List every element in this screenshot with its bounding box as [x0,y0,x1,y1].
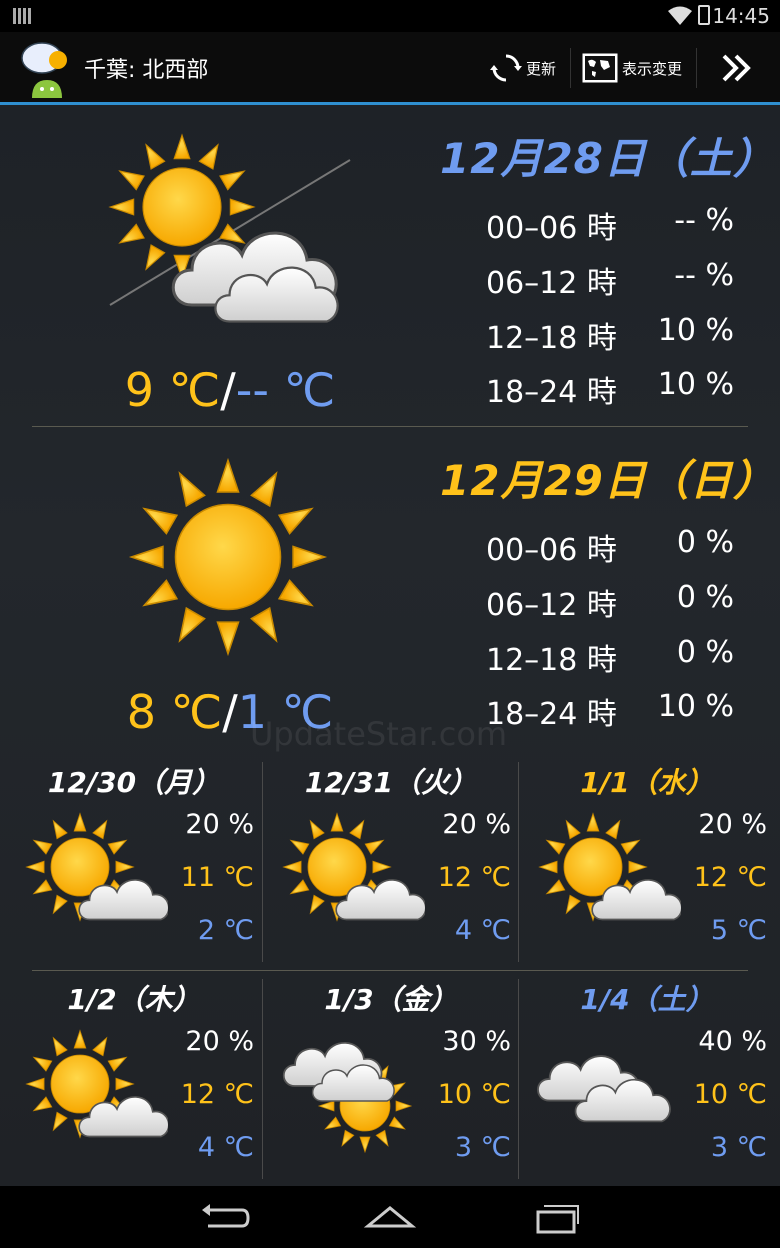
cell-date: 1/3（金） [324,983,458,1016]
wifi-icon [668,6,692,25]
forecast-content: 9 ℃/-- ℃ 12月28日（土） 00–06 時 -- % 06–12 時 --… [0,105,780,1186]
cell-high: 11 ℃ [180,862,254,893]
cell-low: 3 ℃ [454,1132,511,1163]
forecast-cell[interactable]: 1/3（金） 30 % 10 ℃ 3 ℃ [263,974,519,1184]
cell-rain: 20 % [442,809,511,840]
rain-pct: 0 % [676,580,734,615]
temp-separator: / [220,363,236,417]
refresh-icon [490,54,522,82]
app-logo-icon [21,42,67,98]
day-date: 12月28日（土） [440,134,776,183]
cell-low: 4 ℃ [454,915,511,946]
cell-high: 12 ℃ [693,862,767,893]
temp-separator: / [222,685,238,739]
location-title[interactable]: 千葉: 北西部 [84,52,208,84]
temp-low: -- ℃ [235,363,336,417]
cell-date: 12/31（火） [304,766,478,799]
rain-pct: 10 % [657,689,734,724]
action-divider [696,48,697,88]
cell-rain: 30 % [442,1026,511,1057]
cell-high: 12 ℃ [437,862,511,893]
navigation-bar [0,1186,780,1248]
rain-range: 06–12 時 [486,588,617,623]
sun-behind-clouds-icon [109,134,351,323]
sun-with-cloud-icon [26,1030,168,1138]
forecast-cell[interactable]: 1/1（水） 20 % 12 ℃ 5 ℃ [519,757,775,967]
notification-icon [13,8,31,24]
recent-apps-icon[interactable] [528,1198,588,1238]
cell-high: 10 ℃ [693,1079,767,1110]
temp-high: 8 ℃ [126,685,223,739]
cell-high: 12 ℃ [180,1079,254,1110]
cell-rain: 40 % [698,1026,767,1057]
day-panel-today[interactable]: 9 ℃/-- ℃ 12月28日（土） 00–06 時 -- % 06–12 時 --… [0,105,780,427]
home-icon[interactable] [360,1198,420,1238]
cell-high: 10 ℃ [437,1079,511,1110]
sun-with-cloud-icon [26,813,168,921]
cell-rain: 20 % [185,1026,254,1057]
action-divider [570,48,571,88]
status-clock: 14:45 [712,4,770,28]
rain-pct: 0 % [676,635,734,670]
watermark: UpdateStar.com [250,715,508,753]
cell-date: 12/30（月） [47,766,221,799]
cell-low: 3 ℃ [710,1132,767,1163]
cell-date: 1/1（水） [580,766,714,799]
back-icon[interactable] [194,1198,254,1238]
rain-pct: -- % [674,203,734,238]
overflow-button[interactable] [716,42,756,94]
battery-icon [698,5,710,25]
display-change-label: 表示変更 [622,59,683,78]
status-bar: 14:45 [0,0,780,32]
cell-rain: 20 % [698,809,767,840]
rain-pct: 10 % [657,367,734,402]
rain-range: 00–06 時 [486,533,617,568]
forecast-cell[interactable]: 1/4（土） 40 % 10 ℃ 3 ℃ [519,974,775,1184]
day-date: 12月29日（日） [440,456,776,505]
world-map-icon [582,53,618,83]
rain-pct: 10 % [657,313,734,348]
cell-low: 2 ℃ [197,915,254,946]
double-chevron-right-icon [722,54,751,82]
rain-range: 12–18 時 [486,321,617,356]
cell-low: 4 ℃ [197,1132,254,1163]
forecast-cell[interactable]: 12/31（火） 20 % 12 ℃ 4 ℃ [263,757,519,967]
rain-range: 06–12 時 [486,266,617,301]
rain-pct: -- % [674,258,734,293]
display-change-button[interactable]: 表示変更 [582,42,682,94]
cell-date: 1/4（土） [580,983,714,1016]
action-bar: 千葉: 北西部 更新 表示変更 [0,32,780,105]
cloud-icon [537,1055,671,1123]
sun-with-cloud-icon [283,813,425,921]
divider [32,970,748,971]
sun-icon [130,459,326,655]
cell-low: 5 ℃ [710,915,767,946]
rain-pct: 0 % [676,525,734,560]
day-panel-tomorrow[interactable]: 8 ℃/1 ℃ 12月29日（日） 00–06 時0 % 06–12 時0 % … [0,427,780,749]
clouds-then-sun-icon [282,1041,412,1153]
refresh-label: 更新 [526,59,557,78]
cell-date: 1/2（木） [67,983,201,1016]
cell-rain: 20 % [185,809,254,840]
rain-range: 00–06 時 [486,211,617,246]
temp-high: 9 ℃ [124,363,221,417]
sun-with-cloud-icon [539,813,681,921]
rain-range: 18–24 時 [486,375,617,410]
forecast-cell[interactable]: 1/2（木） 20 % 12 ℃ 4 ℃ [6,974,262,1184]
rain-range: 12–18 時 [486,643,617,678]
temperature-range: 9 ℃/-- ℃ [0,363,460,417]
forecast-cell[interactable]: 12/30（月） 20 % 11 ℃ 2 ℃ [6,757,262,967]
refresh-button[interactable]: 更新 [490,42,556,94]
